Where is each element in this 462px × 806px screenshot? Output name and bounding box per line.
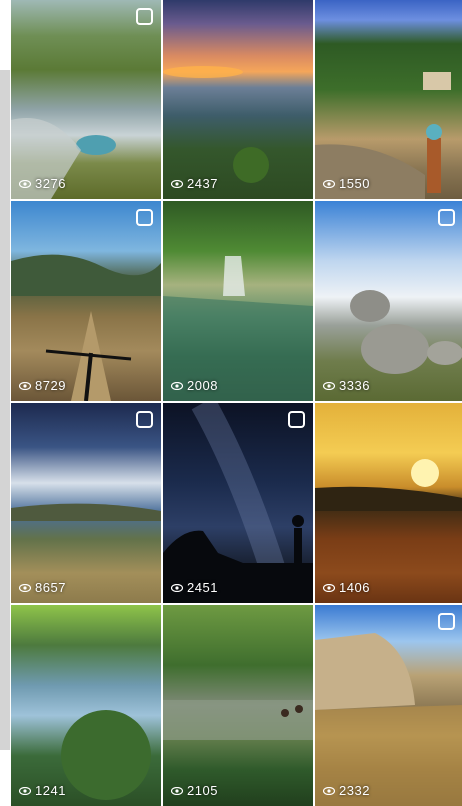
- photo-tile-5[interactable]: 2008: [163, 201, 313, 401]
- photo-tile-4[interactable]: 8729: [11, 201, 161, 401]
- view-count-value: 8657: [35, 580, 66, 595]
- view-count-value: 2105: [187, 783, 218, 798]
- view-count-value: 3336: [339, 378, 370, 393]
- photo-mountain-bike-trail: [11, 254, 161, 401]
- eye-icon: [323, 786, 335, 795]
- view-count-value: 8729: [35, 378, 66, 393]
- photo-village-wall: [315, 72, 451, 199]
- photo-tile-12[interactable]: 2332: [315, 605, 462, 806]
- eye-icon: [171, 583, 183, 592]
- photo-stormy-sky-meadow: [11, 503, 161, 521]
- photo-milky-way-silhouette: [163, 403, 313, 603]
- photo-tile-2[interactable]: 2437: [163, 0, 313, 199]
- eye-icon: [171, 179, 183, 188]
- photo-cliff-lake: [315, 633, 462, 806]
- eye-icon: [19, 583, 31, 592]
- photo-tree-reflection: [61, 710, 151, 800]
- multiple-photos-icon: [136, 209, 153, 226]
- view-count: 2451: [171, 580, 218, 595]
- view-count-value: 2008: [187, 378, 218, 393]
- photo-tile-3[interactable]: 1550: [315, 0, 462, 199]
- left-scroll-rail: [0, 70, 10, 750]
- photo-river-gorge: [11, 118, 116, 199]
- view-count: 8729: [19, 378, 66, 393]
- photo-tile-11[interactable]: 2105: [163, 605, 313, 806]
- multiple-photos-icon: [438, 209, 455, 226]
- view-count: 2437: [171, 176, 218, 191]
- eye-icon: [19, 786, 31, 795]
- eye-icon: [323, 381, 335, 390]
- view-count-value: 2437: [187, 176, 218, 191]
- multiple-photos-icon: [438, 613, 455, 630]
- view-count-value: 1406: [339, 580, 370, 595]
- view-count: 3276: [19, 176, 66, 191]
- photo-tile-1[interactable]: 3276: [11, 0, 161, 199]
- view-count: 8657: [19, 580, 66, 595]
- photo-tile-10[interactable]: 1241: [11, 605, 161, 806]
- view-count: 2332: [323, 783, 370, 798]
- view-count-value: 2451: [187, 580, 218, 595]
- photo-golden-sunset: [315, 459, 462, 511]
- view-count-value: 1241: [35, 783, 66, 798]
- photo-balancing-rock: [350, 290, 462, 374]
- view-count-value: 1550: [339, 176, 370, 191]
- photo-waterfall-pool: [163, 256, 313, 401]
- multiple-photos-icon: [136, 411, 153, 428]
- view-count: 2008: [171, 378, 218, 393]
- view-count: 1406: [323, 580, 370, 595]
- photo-river-swimmers: [163, 700, 313, 740]
- eye-icon: [323, 583, 335, 592]
- view-count: 2105: [171, 783, 218, 798]
- photo-sunset-valley: [163, 66, 269, 183]
- photo-grid: 3276 2437 1550 8729 2008 3336 8657 2451 …: [11, 0, 462, 806]
- photo-tile-9[interactable]: 1406: [315, 403, 462, 603]
- eye-icon: [19, 179, 31, 188]
- eye-icon: [171, 381, 183, 390]
- multiple-photos-icon: [288, 411, 305, 428]
- multiple-photos-icon: [136, 8, 153, 25]
- photo-tile-7[interactable]: 8657: [11, 403, 161, 603]
- view-count-value: 2332: [339, 783, 370, 798]
- view-count-value: 3276: [35, 176, 66, 191]
- view-count: 3336: [323, 378, 370, 393]
- eye-icon: [323, 179, 335, 188]
- photo-tile-6[interactable]: 3336: [315, 201, 462, 401]
- eye-icon: [19, 381, 31, 390]
- view-count: 1241: [19, 783, 66, 798]
- eye-icon: [171, 786, 183, 795]
- view-count: 1550: [323, 176, 370, 191]
- photo-tile-8[interactable]: 2451: [163, 403, 313, 603]
